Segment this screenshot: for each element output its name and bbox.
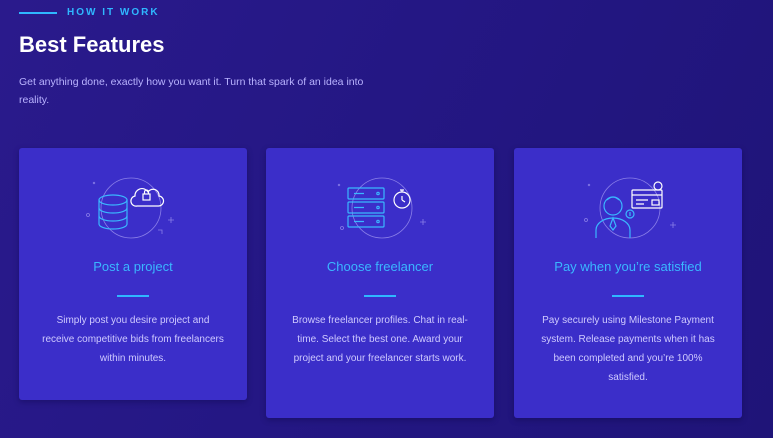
feature-divider bbox=[117, 295, 149, 297]
feature-description: Browse freelancer profiles. Chat in real… bbox=[292, 315, 468, 364]
feature-title: Post a project bbox=[93, 259, 173, 274]
user-payment-icon bbox=[584, 177, 676, 239]
feature-card-pay-when-satisfied: Pay when you’re satisfied Pay securely u… bbox=[514, 148, 742, 418]
database-cloud-icon bbox=[86, 177, 174, 239]
feature-divider bbox=[612, 295, 644, 297]
section-eyebrow: HOW IT WORK bbox=[19, 7, 160, 18]
section-subtitle: Get anything done, exactly how you want … bbox=[19, 76, 364, 106]
feature-description: Simply post you desire project and recei… bbox=[42, 315, 224, 364]
section-title: Best Features bbox=[19, 32, 165, 57]
feature-title: Pay when you’re satisfied bbox=[554, 259, 702, 274]
eyebrow-line bbox=[19, 11, 57, 14]
feature-card-post-project: Post a project Simply post you desire pr… bbox=[19, 148, 247, 400]
eyebrow-text: HOW IT WORK bbox=[67, 7, 160, 18]
feature-divider bbox=[364, 295, 396, 297]
feature-description: Pay securely using Milestone Payment sys… bbox=[541, 315, 715, 383]
feature-card-choose-freelancer: Choose freelancer Browse freelancer prof… bbox=[266, 148, 494, 418]
server-timer-icon bbox=[337, 177, 426, 239]
feature-title: Choose freelancer bbox=[326, 259, 434, 274]
